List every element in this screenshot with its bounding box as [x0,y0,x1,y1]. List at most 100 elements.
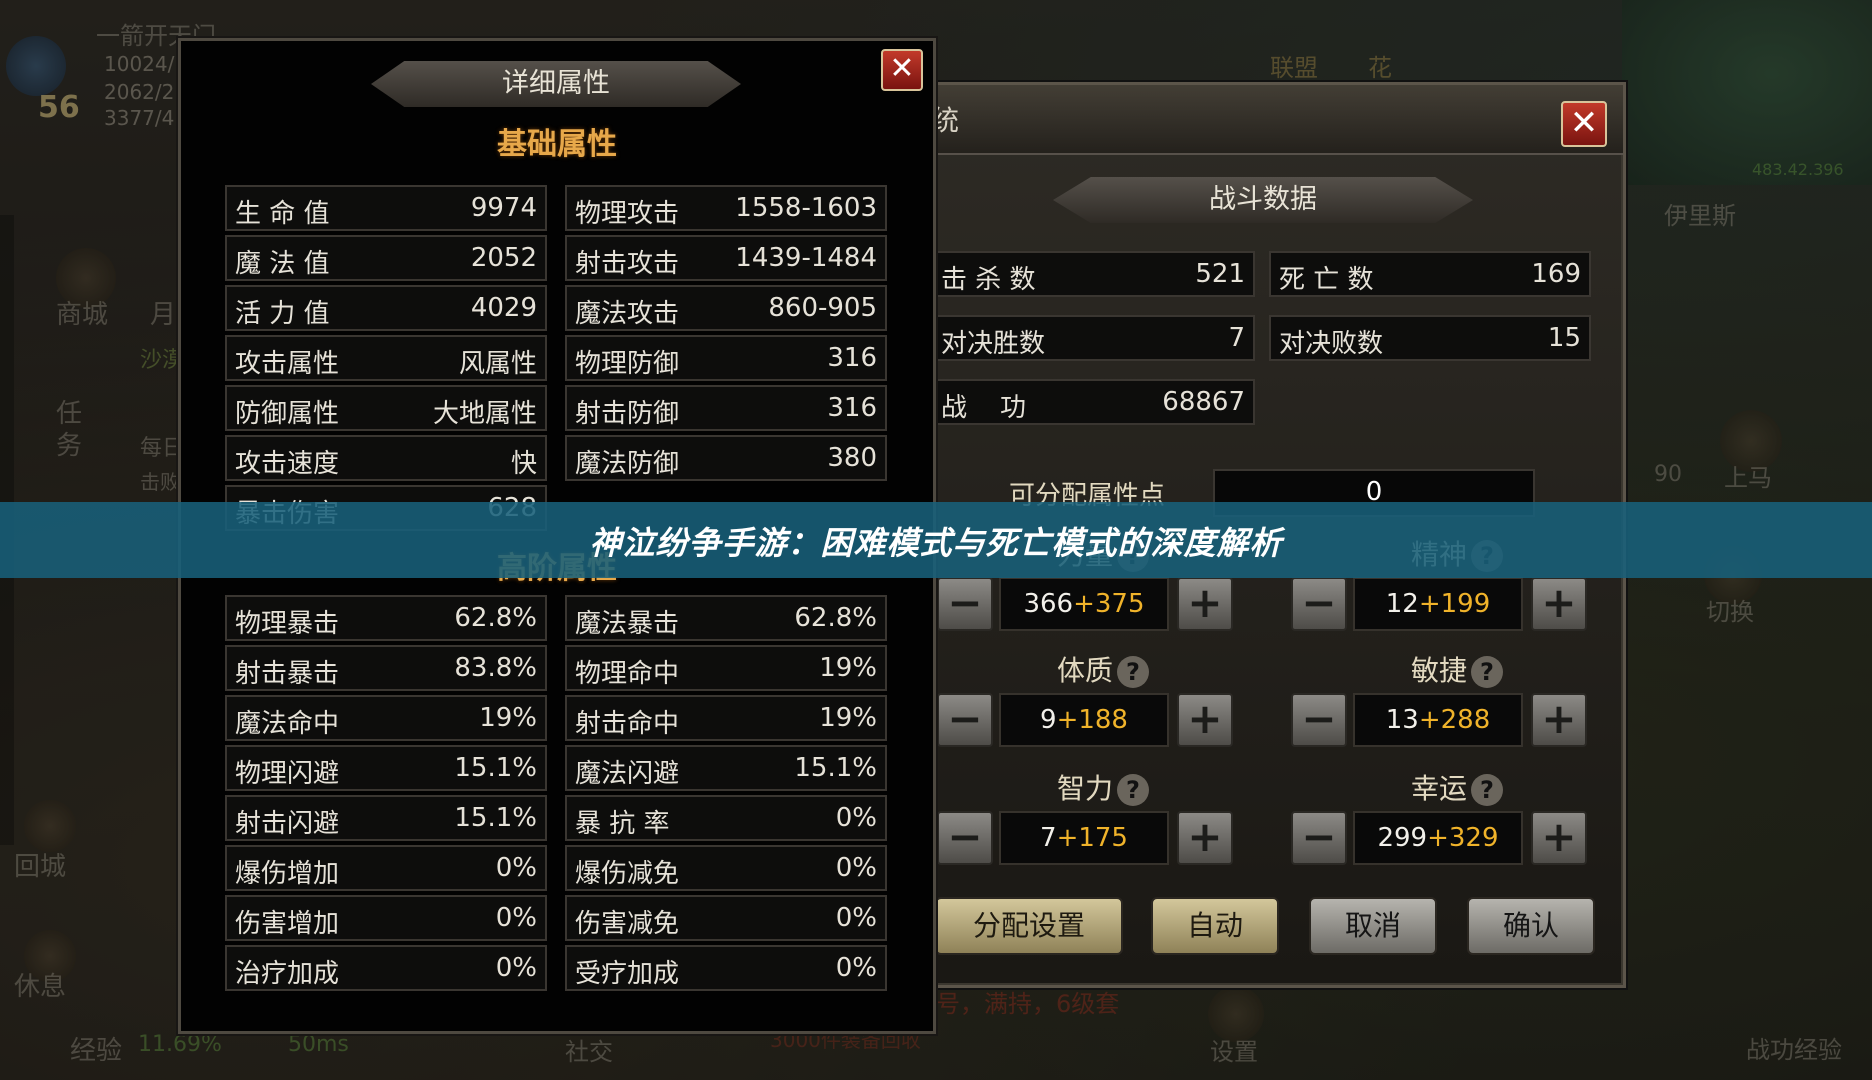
stat-label: 死 亡 数 [1279,265,1374,295]
attr-bonus: +329 [1427,823,1499,853]
spirit-plus-button[interactable]: + [1531,577,1587,631]
attr-value: 0% [835,853,877,883]
attr-value: 1439-1484 [735,243,877,273]
adv-attr-row: 物理暴击 62.8% [225,595,547,641]
attr-label: 爆伤增加 [235,859,340,889]
adv-attr-row: 暴 抗 率 0% [565,795,887,841]
attr-value: 大地属性 [432,399,537,429]
attr-label: 伤害增加 [235,909,340,939]
intelligence-value: 7+175 [999,811,1169,865]
attr-value: 0% [495,953,537,983]
attr-label: 魔法暴击 [575,609,680,639]
attr-value: 1558-1603 [735,193,877,223]
attr-title-luck: 幸运? [1377,767,1537,807]
adv-attr-row: 伤害减免 0% [565,895,887,941]
strength-plus-button[interactable]: + [1177,577,1233,631]
attr-title-agility: 敏捷? [1377,649,1537,689]
cancel-button[interactable]: 取消 [1309,897,1437,955]
adv-attr-row: 爆伤增加 0% [225,845,547,891]
basic-attr-row: 魔 法 值 2052 [225,235,547,281]
confirm-button[interactable]: 确认 [1467,897,1595,955]
attr-label: 射击攻击 [575,249,680,279]
basic-attr-row: 物理攻击 1558-1603 [565,185,887,231]
attr-value: 9974 [470,193,537,223]
constitution-plus-button[interactable]: + [1177,693,1233,747]
basic-attr-row: 活 力 值 4029 [225,285,547,331]
attr-value: 83.8% [454,653,537,683]
adv-attr-row: 物理闪避 15.1% [225,745,547,791]
attr-value: 62.8% [454,603,537,633]
adv-attr-row: 射击暴击 83.8% [225,645,547,691]
attr-label: 活 力 值 [235,299,330,329]
basic-attr-row: 魔法防御 380 [565,435,887,481]
stat-value: 521 [1195,259,1245,289]
attr-value: 15.1% [454,803,537,833]
help-icon[interactable]: ? [1471,656,1503,688]
adv-attr-row: 受疗加成 0% [565,945,887,991]
attr-label: 物理防御 [575,349,680,379]
attr-label: 射击防御 [575,399,680,429]
attr-label: 魔法闪避 [575,759,680,789]
basic-attr-row: 防御属性 大地属性 [225,385,547,431]
attr-label: 伤害减免 [575,909,680,939]
help-icon[interactable]: ? [1117,656,1149,688]
attr-base: 299 [1377,823,1428,853]
luck-minus-button[interactable]: − [1291,811,1347,865]
close-button[interactable]: ✕ [881,49,923,91]
close-button[interactable]: ✕ [1561,101,1607,147]
attr-bonus: +175 [1056,823,1128,853]
auto-button[interactable]: 自动 [1151,897,1279,955]
attr-value: 19% [819,653,877,683]
stat-label: 对决败数 [1279,329,1384,359]
stat-duel-wins: 对决胜数 7 [931,315,1255,361]
attr-label: 生 命 值 [235,199,330,229]
agility-plus-button[interactable]: + [1531,693,1587,747]
attr-value: 快 [510,449,537,479]
constitution-minus-button[interactable]: − [937,693,993,747]
stat-kills: 击 杀 数 521 [931,251,1255,297]
attr-label: 射击命中 [575,709,680,739]
stat-duel-losses: 对决败数 15 [1269,315,1591,361]
attr-value: 316 [827,343,877,373]
luck-value: 299+329 [1353,811,1523,865]
attr-label: 攻击属性 [235,349,340,379]
intelligence-minus-button[interactable]: − [937,811,993,865]
attr-value: 15.1% [794,753,877,783]
attr-value: 316 [827,393,877,423]
attr-label: 受疗加成 [575,959,680,989]
attr-bonus: +375 [1073,589,1145,619]
intelligence-plus-button[interactable]: + [1177,811,1233,865]
adv-attr-row: 伤害增加 0% [225,895,547,941]
attr-base: 7 [1040,823,1057,853]
stat-label: 对决胜数 [941,329,1046,359]
attr-label: 魔法防御 [575,449,680,479]
attr-name: 幸运 [1410,772,1467,805]
luck-plus-button[interactable]: + [1531,811,1587,865]
basic-attr-row: 物理防御 316 [565,335,887,381]
stat-value: 7 [1228,323,1245,353]
attr-label: 爆伤减免 [575,859,680,889]
attr-bonus: +288 [1418,705,1491,735]
agility-minus-button[interactable]: − [1291,693,1347,747]
stat-value: 68867 [1162,387,1245,417]
strength-minus-button[interactable]: − [937,577,993,631]
attr-value: 风属性 [458,349,537,379]
attr-name: 体质 [1056,654,1113,687]
attr-value: 4029 [470,293,537,323]
attr-bonus: +199 [1418,589,1491,619]
basic-attr-row: 攻击速度 快 [225,435,547,481]
stat-label: 战 功 [941,393,1027,423]
attr-value: 0% [835,803,877,833]
attr-value: 860-905 [768,293,877,323]
spirit-value: 12+199 [1353,577,1523,631]
help-icon[interactable]: ? [1117,774,1149,806]
attr-base: 13 [1385,705,1419,735]
help-icon[interactable]: ? [1471,774,1503,806]
spirit-minus-button[interactable]: − [1291,577,1347,631]
agility-value: 13+288 [1353,693,1523,747]
attr-value: 19% [479,703,537,733]
allocation-settings-button[interactable]: 分配设置 [935,897,1123,955]
stat-label: 击 杀 数 [941,265,1036,295]
stat-value: 169 [1531,259,1581,289]
attr-name: 敏捷 [1410,654,1467,687]
